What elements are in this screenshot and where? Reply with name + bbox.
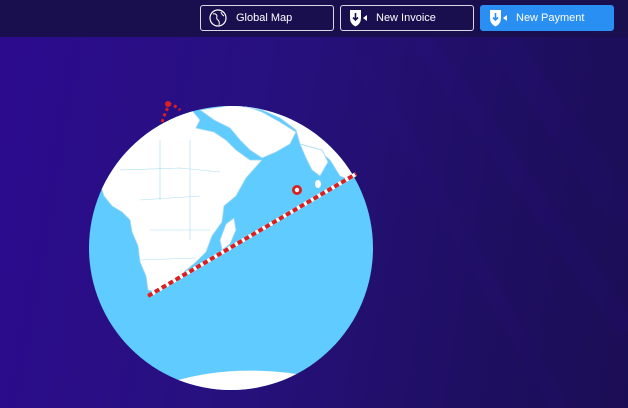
new-invoice-label: New Invoice [376, 12, 436, 24]
global-map-button[interactable]: Global Map [200, 5, 334, 31]
top-toolbar: Global Map New Invoice New Payment [0, 0, 628, 37]
new-invoice-button[interactable]: New Invoice [340, 5, 474, 31]
shield-download-icon [488, 8, 510, 28]
globe-icon [208, 8, 230, 28]
shield-download-icon [348, 8, 370, 28]
global-map-label: Global Map [236, 12, 293, 24]
globe-scene[interactable] [0, 37, 628, 408]
background-streaks [352, 37, 628, 408]
new-payment-label: New Payment [516, 12, 585, 24]
new-payment-button[interactable]: New Payment [480, 5, 614, 31]
location-pin-icon[interactable] [292, 185, 302, 195]
